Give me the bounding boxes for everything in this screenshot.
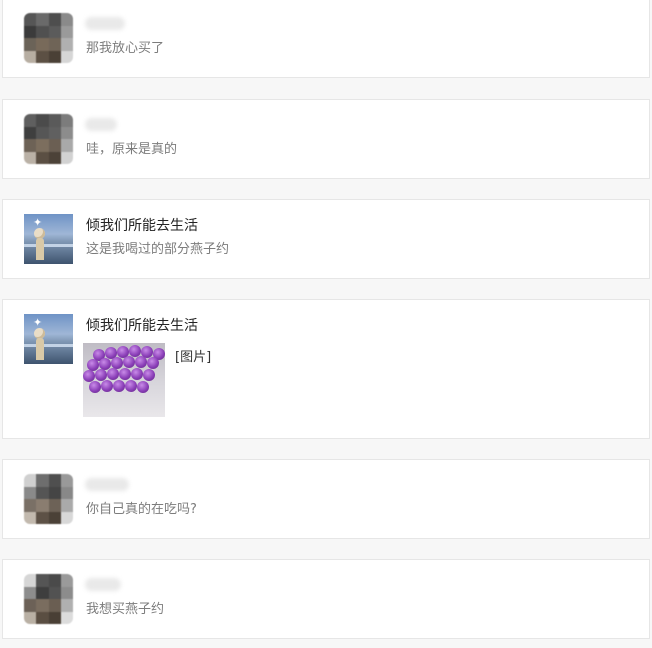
avatar[interactable]: ✦ bbox=[24, 214, 73, 264]
comment-card: 我想买燕子约 bbox=[2, 559, 650, 639]
username[interactable]: 倾我们所能去生活 bbox=[86, 317, 198, 335]
comment-text: 你自己真的在吃吗? bbox=[86, 502, 197, 517]
comment-text: 这是我喝过的部分燕子约 bbox=[86, 242, 230, 257]
comment-card: 那我放心买了 bbox=[2, 0, 650, 78]
comment-text: 那我放心买了 bbox=[86, 41, 165, 56]
comment-text: 我想买燕子约 bbox=[86, 602, 165, 617]
username[interactable]: 倾我们所能去生活 bbox=[86, 217, 198, 235]
comment-card: ✦ 倾我们所能去生活 这是我喝过的部分燕子约 bbox=[2, 199, 650, 279]
comment-card: ✦ 倾我们所能去生活 [图片] bbox=[2, 299, 650, 439]
avatar[interactable] bbox=[24, 114, 73, 164]
seaside-avatar-icon bbox=[24, 244, 73, 247]
username-redacted bbox=[85, 578, 121, 591]
seaside-avatar-icon bbox=[24, 344, 73, 347]
avatar[interactable] bbox=[24, 474, 73, 524]
avatar[interactable]: ✦ bbox=[24, 314, 73, 364]
avatar[interactable] bbox=[24, 13, 73, 63]
username-redacted bbox=[85, 118, 117, 131]
avatar[interactable] bbox=[24, 574, 73, 624]
image-label: [图片] bbox=[175, 350, 212, 365]
username-redacted bbox=[85, 17, 125, 30]
comment-card: 哇，原来是真的 bbox=[2, 99, 650, 179]
comment-text: 哇，原来是真的 bbox=[86, 142, 178, 157]
comment-image-thumbnail[interactable] bbox=[83, 343, 165, 417]
comment-card: 你自己真的在吃吗? bbox=[2, 459, 650, 539]
username-redacted bbox=[85, 478, 129, 491]
